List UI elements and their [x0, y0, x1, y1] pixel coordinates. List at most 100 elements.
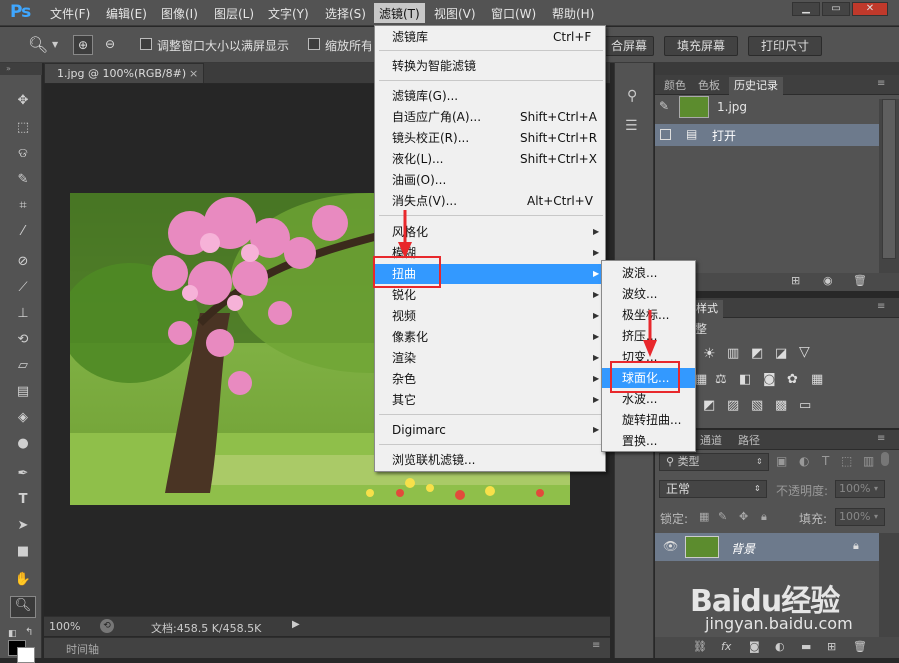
threshold-icon[interactable]: ▧	[751, 398, 763, 413]
pen-tool-icon[interactable]: ✒	[14, 465, 32, 483]
default-colors-icon[interactable]: ◧	[8, 629, 20, 639]
maximize-button[interactable]: ▭	[822, 2, 850, 16]
menu-image[interactable]: 图像(I)	[161, 5, 198, 22]
submenu-item-ripple[interactable]: 波纹...	[602, 284, 695, 304]
zoom-all-checkbox[interactable]	[308, 38, 320, 50]
menu-item-oil-paint[interactable]: 油画(O)...	[375, 170, 605, 190]
zoom-tool-icon[interactable]: 🔍︎	[10, 596, 36, 618]
hand-tool-icon[interactable]: ✋	[14, 571, 32, 589]
lasso-tool-icon[interactable]: ଡ	[14, 145, 32, 163]
fill-field[interactable]: 100% ▾	[835, 508, 885, 526]
curves-icon[interactable]: ◩	[751, 346, 763, 361]
invert-icon[interactable]: ◩	[703, 398, 715, 413]
menu-file[interactable]: 文件(F)	[50, 5, 90, 22]
menu-layer[interactable]: 图层(L)	[214, 5, 254, 22]
menu-item-render[interactable]: 渲染	[375, 348, 605, 368]
brush-tool-icon[interactable]: ⟋	[14, 279, 32, 297]
blend-mode-select[interactable]: 正常 ⇕	[659, 480, 767, 498]
menu-item-browse-online-filters[interactable]: 浏览联机滤镜...	[375, 450, 605, 470]
brightness-icon[interactable]: ☀	[703, 346, 716, 362]
filter-type-icon[interactable]: T	[822, 454, 829, 468]
tab-paths[interactable]: 路径	[733, 432, 765, 450]
lock-brush-icon[interactable]: ✎	[718, 510, 727, 523]
move-tool-icon[interactable]: ✥	[14, 92, 32, 110]
color-lookup-icon[interactable]: ▦	[811, 372, 823, 387]
submenu-item-displace[interactable]: 置换...	[602, 431, 695, 451]
exposure-icon[interactable]: ◪	[775, 346, 787, 361]
balance-scale-icon[interactable]: ⚖	[715, 372, 727, 387]
menu-window[interactable]: 窗口(W)	[491, 5, 536, 22]
type-tool-icon[interactable]: T	[14, 491, 32, 509]
channel-mixer-icon[interactable]: ✿	[787, 372, 798, 387]
lock-move-icon[interactable]: ✥	[739, 510, 748, 523]
toolbox-collapse-icon[interactable]: »	[0, 63, 42, 75]
panel-menu-icon[interactable]: ≡	[877, 78, 885, 89]
add-mask-icon[interactable]: ◙	[749, 640, 760, 653]
panel-menu-icon[interactable]: ≡	[877, 301, 885, 312]
trash-icon[interactable]: 🗑︎	[853, 274, 867, 287]
menu-item-noise[interactable]: 杂色	[375, 369, 605, 389]
history-state-row[interactable]: ▤ 打开	[655, 124, 879, 146]
menu-item-filter-gallery-last[interactable]: 滤镜库 Ctrl+F	[375, 27, 605, 47]
close-tab-icon[interactable]: ×	[189, 64, 198, 83]
zoom-tool-icon[interactable]: 🔍︎	[28, 35, 48, 54]
menu-filter[interactable]: 滤镜(T)	[374, 3, 425, 23]
gradient-map-icon[interactable]: ▩	[775, 398, 787, 413]
menu-item-adaptive-wide-angle[interactable]: 自适应广角(A)... Shift+Ctrl+A	[375, 107, 605, 127]
menu-item-vanishing-point[interactable]: 消失点(V)... Alt+Ctrl+V	[375, 191, 605, 211]
eraser-tool-icon[interactable]: ▱	[14, 357, 32, 375]
background-color-swatch[interactable]	[17, 647, 35, 663]
menu-select[interactable]: 选择(S)	[325, 5, 366, 22]
print-size-button[interactable]: 打印尺寸	[748, 36, 822, 56]
filter-toggle[interactable]	[881, 452, 889, 466]
menu-item-pixelate[interactable]: 像素化	[375, 327, 605, 347]
clone-stamp-tool-icon[interactable]: ⊥	[14, 305, 32, 323]
snapshot-source-icon[interactable]: ✎	[659, 99, 669, 113]
layers-scrollbar[interactable]	[879, 533, 899, 637]
blur-tool-icon[interactable]: ◈	[14, 409, 32, 427]
black-white-icon[interactable]: ◧	[739, 372, 751, 387]
brush-preset-icon[interactable]: ⚲	[627, 88, 637, 104]
fill-screen-button[interactable]: 填充屏幕	[664, 36, 738, 56]
status-info-icon[interactable]: ⟲	[100, 619, 114, 633]
document-tab[interactable]: 1.jpg @ 100%(RGB/8#) ×	[44, 63, 204, 83]
zoom-out-icon[interactable]: ⊖	[100, 35, 120, 55]
snapshot-name[interactable]: 1.jpg	[717, 100, 747, 114]
menu-item-sharpen[interactable]: 锐化	[375, 285, 605, 305]
history-brush-tool-icon[interactable]: ⟲	[14, 331, 32, 349]
submenu-item-wave[interactable]: 波浪...	[602, 263, 695, 283]
quick-select-tool-icon[interactable]: ✎	[14, 171, 32, 189]
filter-shape-icon[interactable]: ⬚	[841, 454, 852, 468]
minimize-button[interactable]: ▁	[792, 2, 820, 16]
close-button[interactable]: ✕	[852, 2, 888, 16]
chevron-down-icon[interactable]: ▼	[52, 40, 58, 49]
color-balance-icon[interactable]: ▦	[695, 372, 707, 387]
marquee-tool-icon[interactable]: ⬚	[14, 119, 32, 137]
levels-icon[interactable]: ▥	[727, 346, 739, 361]
dodge-tool-icon[interactable]: ●	[14, 435, 32, 453]
scrollbar-thumb[interactable]	[882, 99, 896, 259]
gradient-tool-icon[interactable]: ▤	[14, 383, 32, 401]
path-select-tool-icon[interactable]: ➤	[14, 517, 32, 535]
link-layers-icon[interactable]: ⛓	[693, 640, 707, 653]
tab-swatches[interactable]: 色板	[693, 77, 725, 95]
filter-smart-icon[interactable]: ▥	[863, 454, 874, 468]
menu-item-convert-smart-filter[interactable]: 转换为智能滤镜	[375, 56, 605, 76]
posterize-icon[interactable]: ▨	[727, 398, 739, 413]
delete-layer-icon[interactable]: 🗑︎	[853, 640, 867, 653]
menu-item-video[interactable]: 视频	[375, 306, 605, 326]
layer-style-icon[interactable]: fx	[721, 640, 731, 653]
menu-help[interactable]: 帮助(H)	[552, 5, 594, 22]
tab-channels[interactable]: 通道	[695, 432, 727, 450]
new-layer-icon[interactable]: ⊞	[827, 640, 836, 653]
timeline-label[interactable]: 时间轴	[66, 641, 99, 657]
menu-item-digimarc[interactable]: Digimarc	[375, 420, 605, 440]
swap-colors-icon[interactable]: ↰	[25, 627, 33, 638]
layer-filter-select[interactable]: ⚲ 类型 ⇕	[659, 453, 769, 471]
selective-color-icon[interactable]: ▭	[799, 398, 811, 413]
healing-brush-tool-icon[interactable]: ⊘	[14, 253, 32, 271]
new-group-icon[interactable]: ▬	[801, 640, 811, 653]
menu-view[interactable]: 视图(V)	[434, 5, 476, 22]
eye-icon[interactable]: 👁︎	[663, 539, 678, 553]
filter-adjust-icon[interactable]: ◐	[799, 454, 809, 468]
